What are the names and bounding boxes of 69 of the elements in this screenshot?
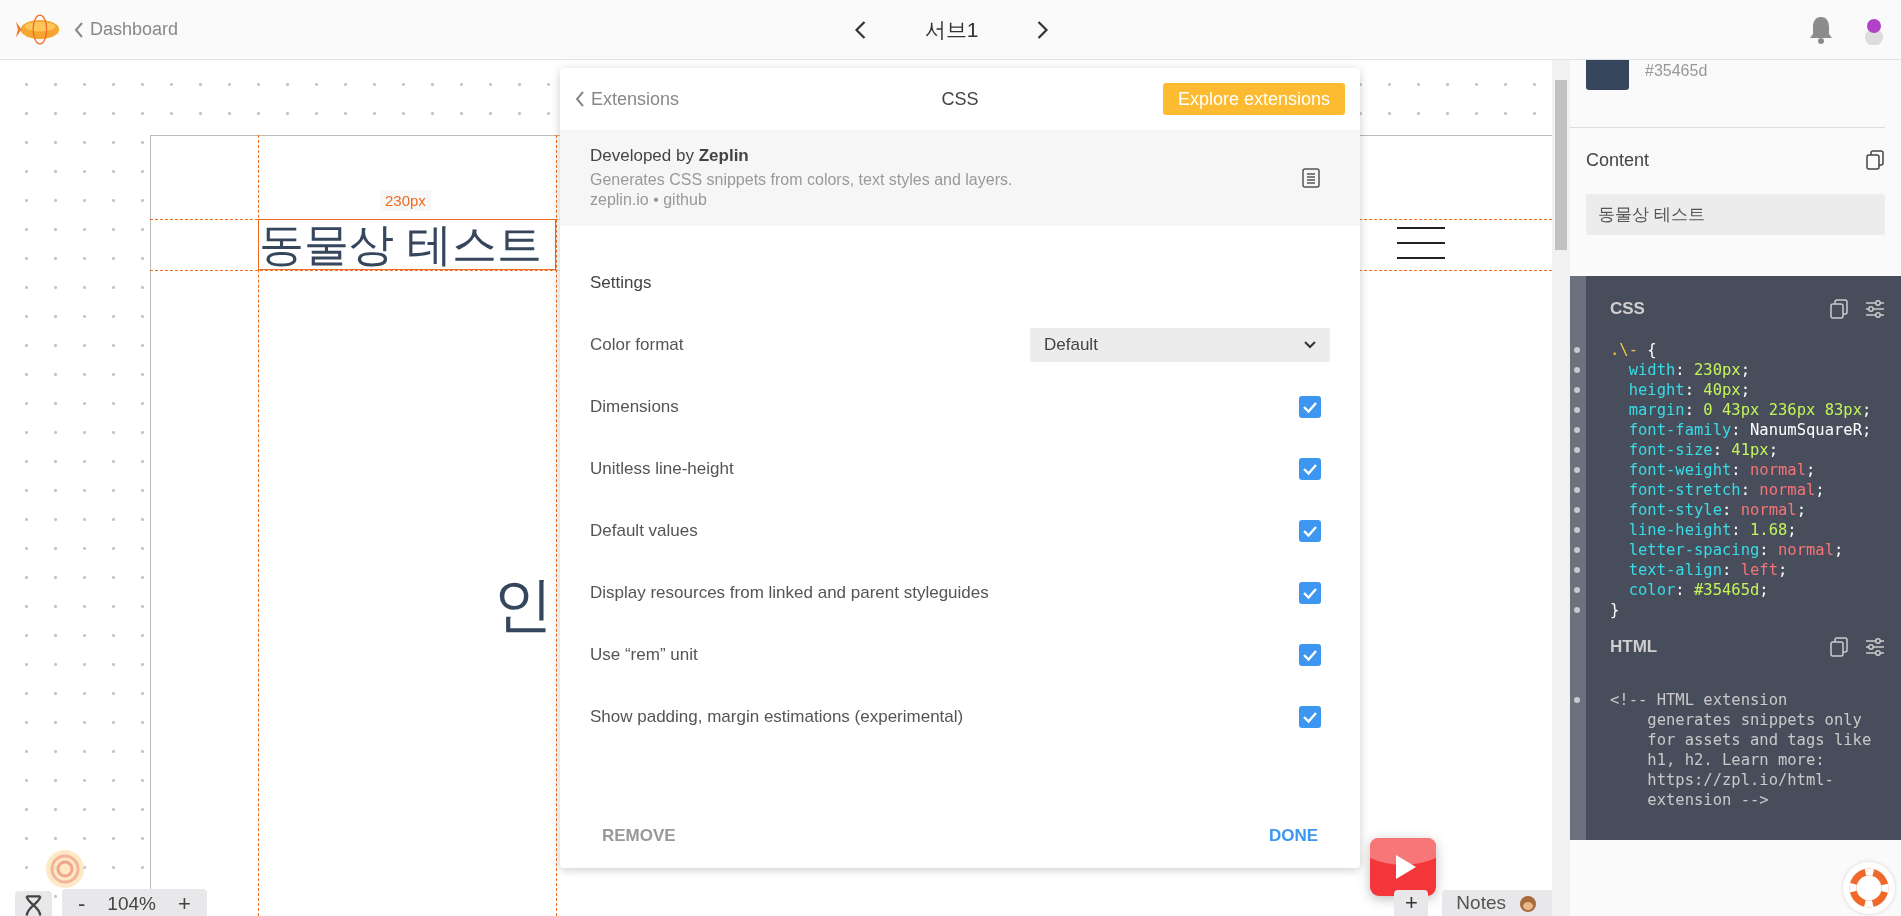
developer-credit: Developed by Zeplin (590, 146, 750, 166)
zoom-out-button[interactable]: - (74, 892, 90, 915)
code-line-text: width: 230px; (1627, 360, 1750, 380)
content-text-field[interactable]: 동물상 테스트 (1586, 194, 1885, 235)
content-heading: Content (1586, 149, 1650, 171)
screen-title: 서브1 (924, 16, 979, 43)
setting-label: Show padding, margin estimations (experimental) (590, 707, 964, 727)
checkbox[interactable] (1299, 520, 1321, 542)
settings-heading: Settings (590, 273, 653, 293)
next-screen-icon[interactable] (1036, 19, 1050, 40)
setting-label: Display resources from linked and parent styleguides (590, 583, 989, 603)
checkbox[interactable] (1299, 582, 1321, 604)
code-line-text: margin: 0 43px 236px 83px; (1627, 400, 1872, 420)
text-layer: 인 (493, 570, 553, 640)
code-line-text: line-height: 1.68; (1627, 520, 1797, 540)
help-lifebuoy-icon[interactable] (1843, 862, 1895, 914)
css-heading: CSS (1610, 299, 1645, 319)
setting-label: Use “rem” unit (590, 645, 698, 665)
dashboard-back-link[interactable]: Dashboard (74, 19, 179, 40)
setting-label: Unitless line-height (590, 459, 734, 479)
width-measurement-label: 230px (380, 190, 431, 211)
color-value: #35465d (1645, 62, 1708, 80)
code-line-text: font-size: 41px; (1627, 440, 1778, 460)
scrollbar[interactable] (1552, 60, 1570, 916)
chevron-left-icon (74, 21, 84, 38)
html-heading: HTML (1610, 637, 1658, 657)
sliders-icon[interactable] (1865, 299, 1885, 319)
menu-icon (1397, 225, 1445, 261)
play-button[interactable] (1370, 838, 1436, 896)
setting-label: Dimensions (590, 397, 679, 417)
code-line-text: .\- { (1610, 340, 1657, 360)
monkey-face-icon (1518, 893, 1538, 913)
code-line-text: height: 40px; (1627, 380, 1750, 400)
code-line-text: text-align: left; (1627, 560, 1788, 580)
checkbox[interactable] (1299, 706, 1321, 728)
selected-text-layer[interactable]: 동물상 테스트 (258, 219, 556, 270)
caret-icon (1304, 341, 1316, 349)
extension-description: Generates CSS snippets from colors, text styles and layers. (590, 170, 1013, 190)
copy-icon[interactable] (1829, 637, 1849, 657)
code-line-text: color: #35465d; (1627, 580, 1769, 600)
code-line-text: font-style: normal; (1627, 500, 1806, 520)
code-line-text: font-weight: normal; (1627, 460, 1816, 480)
setting-label: Default values (590, 521, 698, 541)
zoom-in-button[interactable]: + (173, 892, 195, 915)
hourglass-icon[interactable] (15, 891, 52, 916)
checkbox[interactable] (1299, 644, 1321, 666)
copy-icon[interactable] (1865, 150, 1885, 170)
document-icon[interactable] (1302, 168, 1320, 188)
blimp-logo-icon[interactable] (14, 13, 62, 46)
code-line-text: font-family: NanumSquareR; (1627, 420, 1872, 440)
dialog-title: CSS (941, 88, 979, 110)
notification-bell-icon[interactable] (1807, 14, 1835, 45)
color-swatch[interactable] (1586, 60, 1629, 90)
code-line-text: font-stretch: normal; (1627, 480, 1825, 500)
sliders-icon[interactable] (1865, 637, 1885, 657)
color-format-dropdown[interactable]: Default (1030, 328, 1330, 362)
add-note-button[interactable]: + (1394, 890, 1429, 916)
code-line-text: letter-spacing: normal; (1627, 540, 1844, 560)
extensions-back-link[interactable]: Extensions (575, 88, 680, 110)
previous-screen-icon[interactable] (853, 19, 867, 40)
copy-icon[interactable] (1829, 299, 1849, 319)
code-comment: <!-- HTML extension generates snippets only for assets and tags like h1, h2. Learn more: https://zpl.io/html-extension --> (1610, 690, 1873, 810)
notes-button[interactable]: Notes (1442, 890, 1552, 916)
checkbox[interactable] (1299, 396, 1321, 418)
checkbox[interactable] (1299, 458, 1321, 480)
zoom-level: 104% (107, 892, 156, 915)
code-line-text: } (1610, 600, 1620, 620)
chevron-left-icon (575, 90, 585, 108)
setting-label: Color format (590, 335, 684, 355)
